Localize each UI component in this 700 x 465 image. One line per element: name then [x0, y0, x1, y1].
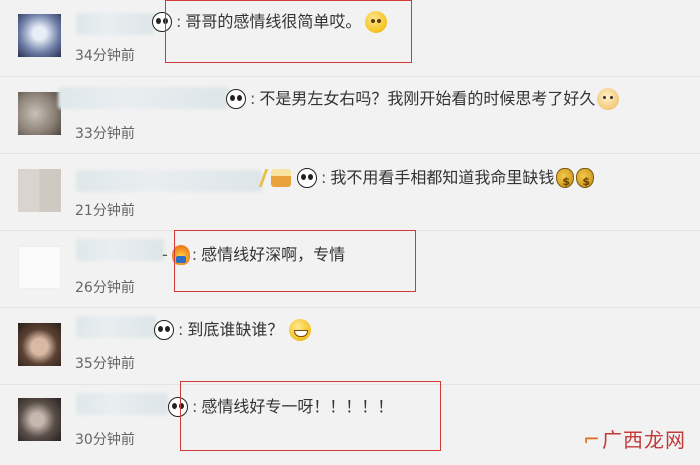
comment-time[interactable]: 26分钟前	[75, 277, 135, 297]
comment-line: : 到底谁缺谁？	[154, 319, 312, 341]
comment-time[interactable]: 33分钟前	[75, 123, 135, 143]
panda-icon	[226, 89, 246, 109]
comment-item: : 到底谁缺谁？ 35分钟前	[0, 308, 700, 385]
avatar[interactable]	[18, 246, 61, 289]
avatar[interactable]	[18, 323, 61, 366]
username-blurred[interactable]	[76, 239, 164, 261]
comment-line: : 我不用看手相都知道我命里缺钱	[258, 167, 595, 193]
dog-icon	[597, 88, 620, 110]
watermark-logo-icon: ⌐	[583, 426, 600, 451]
username-blurred[interactable]	[58, 87, 228, 109]
money-bag-icon	[556, 168, 575, 193]
username-blurred[interactable]	[76, 13, 154, 35]
avatar[interactable]	[18, 169, 61, 212]
panda-icon	[297, 168, 317, 188]
panda-icon	[154, 320, 174, 340]
comment-line: : 不是男左女右吗？我刚开始看的时候思考了好久	[226, 88, 620, 110]
comment-item: : 不是男左女右吗？我刚开始看的时候思考了好久 33分钟前	[0, 77, 700, 154]
highlight-box	[165, 0, 412, 63]
username-blurred[interactable]	[76, 170, 262, 192]
comment-text: 到底谁缺谁？	[187, 320, 284, 339]
grin-icon	[289, 319, 312, 341]
highlight-box	[174, 230, 416, 292]
separator: :	[178, 320, 184, 339]
comment-time[interactable]: 35分钟前	[75, 353, 135, 373]
highlight-box	[180, 381, 441, 451]
avatar[interactable]	[18, 398, 61, 441]
avatar[interactable]	[18, 14, 61, 57]
watermark-text: 广西龙网	[602, 428, 686, 452]
money-bag-icon	[576, 168, 595, 193]
comment-item: : 我不用看手相都知道我命里缺钱 21分钟前	[0, 154, 700, 231]
separator: :	[250, 89, 256, 108]
separator: :	[321, 168, 327, 187]
watermark: ⌐ 广西龙网	[583, 424, 686, 453]
comment-time[interactable]: 30分钟前	[75, 429, 135, 449]
comment-time[interactable]: 21分钟前	[75, 200, 135, 220]
username-blurred[interactable]	[76, 393, 168, 415]
comment-text: 我不用看手相都知道我命里缺钱	[330, 168, 555, 187]
comment-time[interactable]: 34分钟前	[75, 45, 135, 65]
comment-text: 不是男左女右吗？我刚开始看的时候思考了好久	[259, 89, 596, 108]
separator-dash: -	[162, 245, 168, 264]
avatar[interactable]	[18, 92, 61, 135]
username-blurred[interactable]	[76, 316, 156, 338]
cake-icon	[271, 169, 291, 187]
